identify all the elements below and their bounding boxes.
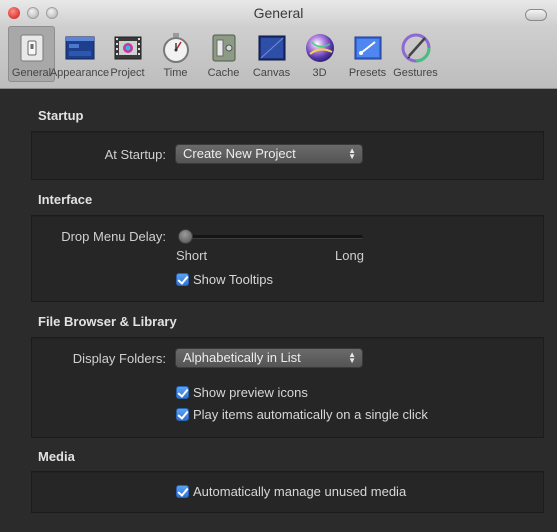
tab-3d-label: 3D (312, 67, 327, 79)
at-startup-popup[interactable]: Create New Project ▲ ▼ (175, 144, 363, 164)
preferences-window: General General Appearance Project Time … (0, 0, 557, 532)
tab-gestures[interactable]: Gestures (392, 26, 439, 82)
popup-arrows-icon: ▲ ▼ (348, 146, 356, 161)
show-tooltips-label: Show Tooltips (193, 272, 273, 287)
section-title-media: Media (38, 449, 75, 464)
appearance-window-icon (65, 36, 94, 60)
general-switch-icon (20, 34, 43, 62)
tab-3d[interactable]: 3D (296, 26, 343, 82)
toolbar-toggle-button[interactable] (525, 9, 547, 21)
interface-group: Drop Menu Delay: Short Long Show Tooltip… (31, 215, 544, 302)
play-items-automatically-label: Play items automatically on a single cli… (193, 407, 428, 422)
show-preview-icons-checkbox[interactable]: Show preview icons (176, 385, 308, 400)
display-folders-value: Alphabetically in List (183, 350, 301, 365)
at-startup-value: Create New Project (183, 146, 296, 161)
title-bar: General General Appearance Project Time … (0, 0, 557, 89)
tab-appearance[interactable]: Appearance (50, 26, 109, 82)
presets-icon (354, 36, 381, 60)
tab-gestures-label: Gestures (393, 67, 438, 79)
display-folders-popup[interactable]: Alphabetically in List ▲ ▼ (175, 348, 363, 368)
stopwatch-icon (162, 33, 189, 63)
tab-canvas-label: Canvas (252, 67, 291, 79)
tab-general-label: General (11, 67, 52, 79)
gestures-pen-icon (401, 33, 430, 63)
drop-menu-delay-slider-track[interactable] (180, 235, 363, 239)
tab-presets[interactable]: Presets (344, 26, 391, 82)
media-group: Automatically manage unused media (31, 471, 544, 513)
window-title: General (253, 5, 304, 21)
tab-project-label: Project (110, 67, 145, 79)
section-title-interface: Interface (38, 192, 93, 207)
preferences-toolbar: General Appearance Project Time Cache Ca… (8, 26, 440, 82)
general-preferences-pane: Startup At Startup: Create New Project ▲… (0, 89, 557, 532)
tab-time[interactable]: Time (152, 26, 199, 82)
project-film-icon (114, 36, 141, 60)
play-items-automatically-checkbox[interactable]: Play items automatically on a single cli… (176, 407, 428, 422)
tab-general[interactable]: General (8, 26, 55, 82)
show-tooltips-checkbox[interactable]: Show Tooltips (176, 272, 273, 287)
cache-safe-icon (212, 34, 235, 62)
checkbox-checked-icon (176, 273, 189, 286)
canvas-icon (258, 35, 285, 61)
section-title-file-browser: File Browser & Library (38, 314, 177, 329)
manage-unused-media-label: Automatically manage unused media (193, 484, 407, 499)
file-browser-group: Display Folders: Alphabetically in List … (31, 337, 544, 438)
checkbox-checked-icon (176, 386, 189, 399)
display-folders-label: Display Folders: (72, 351, 166, 366)
slider-max-label: Long (335, 248, 364, 263)
tab-project[interactable]: Project (104, 26, 151, 82)
slider-min-label: Short (176, 248, 208, 263)
sphere-3d-icon (305, 34, 334, 62)
checkbox-checked-icon (176, 485, 189, 498)
checkbox-checked-icon (176, 408, 189, 421)
popup-arrows-icon: ▲ ▼ (348, 350, 356, 365)
drop-menu-delay-slider-knob[interactable] (178, 229, 193, 244)
tab-canvas[interactable]: Canvas (248, 26, 295, 82)
tab-appearance-label: Appearance (49, 67, 110, 79)
at-startup-label: At Startup: (104, 147, 166, 162)
manage-unused-media-checkbox[interactable]: Automatically manage unused media (176, 484, 406, 499)
drop-menu-delay-label: Drop Menu Delay: (61, 229, 166, 244)
tab-cache-label: Cache (207, 67, 240, 79)
tab-presets-label: Presets (348, 67, 387, 79)
tab-time-label: Time (163, 67, 188, 79)
startup-group: At Startup: Create New Project ▲ ▼ (31, 131, 544, 180)
show-preview-icons-label: Show preview icons (193, 385, 308, 400)
tab-cache[interactable]: Cache (200, 26, 247, 82)
section-title-startup: Startup (38, 108, 84, 123)
